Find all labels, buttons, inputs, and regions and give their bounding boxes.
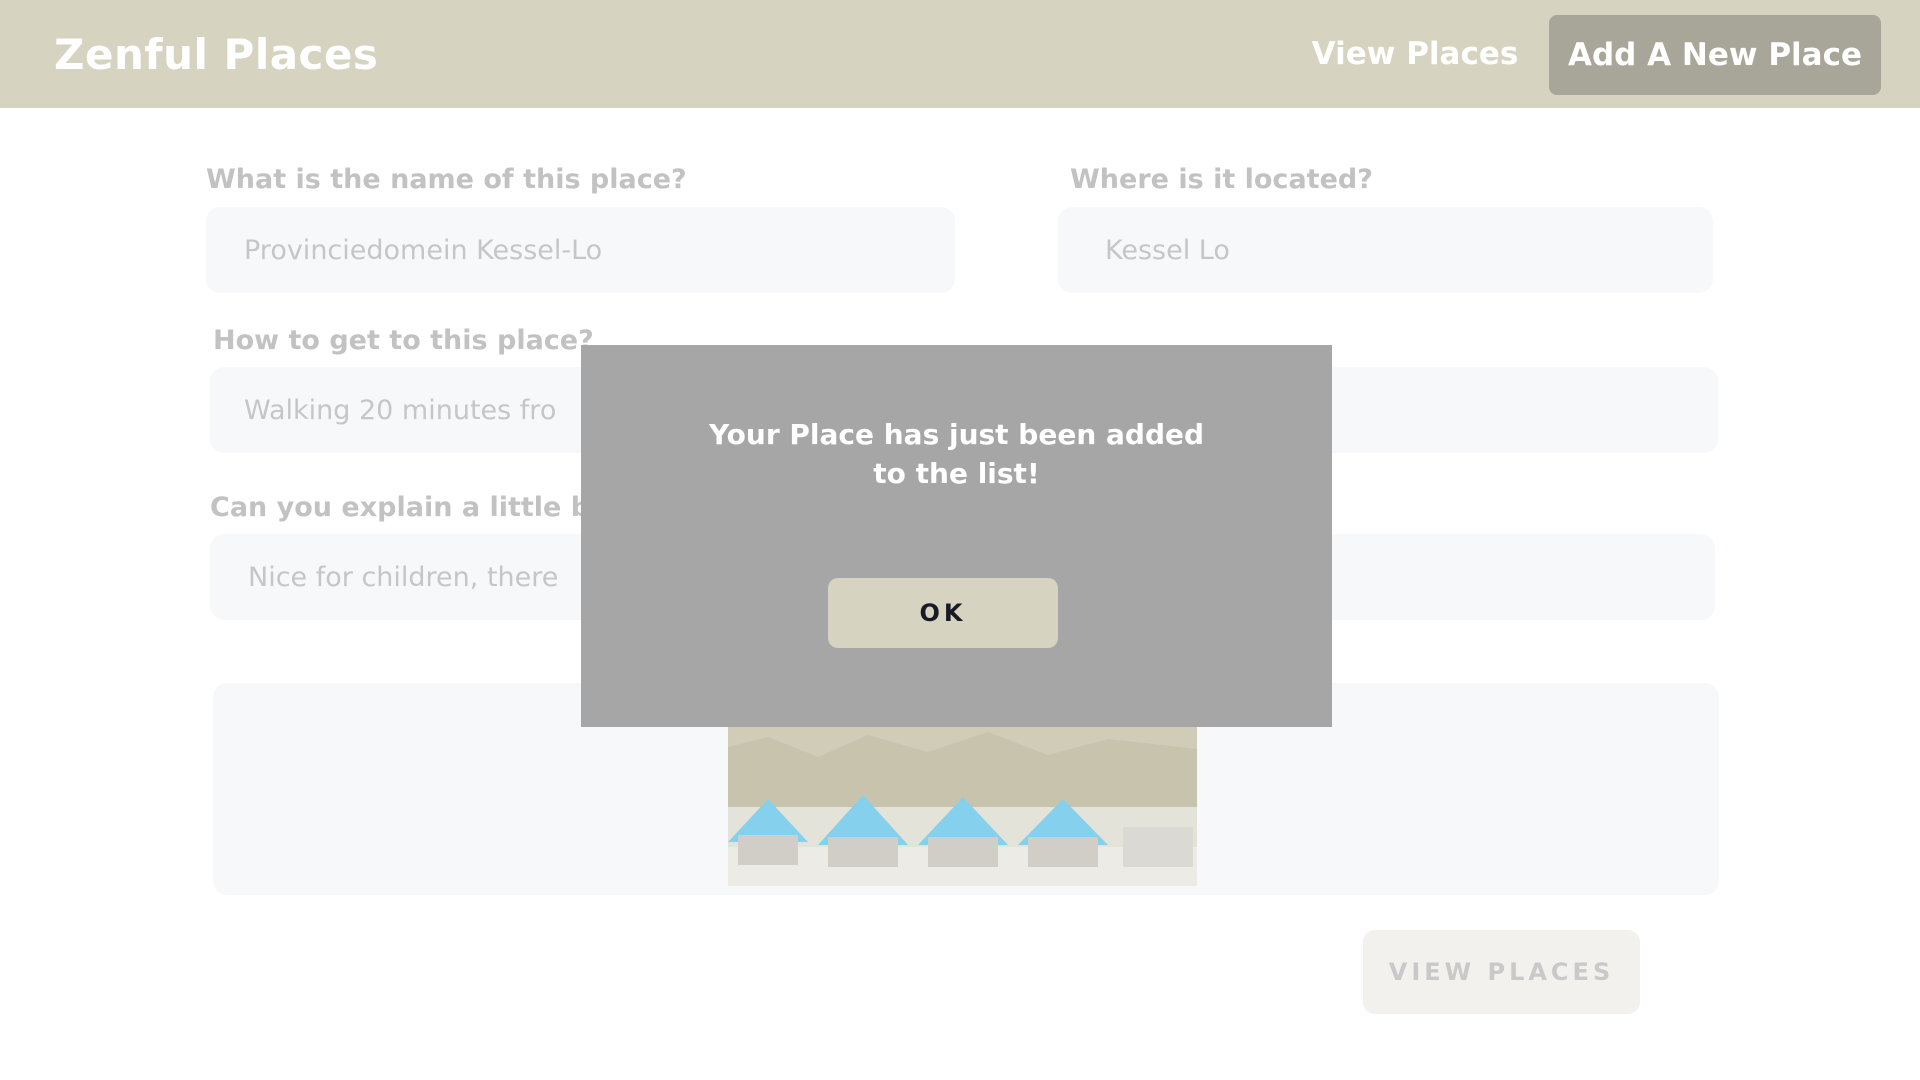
modal-message-line-2: to the list! <box>873 457 1040 490</box>
directions-label: How to get to this place? <box>213 325 594 356</box>
location-value: Kessel Lo <box>1105 234 1230 266</box>
app-logo[interactable]: Zenful Places <box>54 30 378 79</box>
place-name-value: Provinciedomein Kessel-Lo <box>244 234 603 266</box>
location-label: Where is it located? <box>1070 164 1373 195</box>
nav-add-new-place[interactable]: Add A New Place <box>1549 15 1881 95</box>
modal-message: Your Place has just been added to the li… <box>581 415 1332 493</box>
place-name-input[interactable]: Provinciedomein Kessel-Lo <box>206 207 955 293</box>
name-label: What is the name of this place? <box>206 164 687 195</box>
success-modal: Your Place has just been added to the li… <box>581 345 1332 727</box>
directions-value: Walking 20 minutes fro <box>244 394 557 426</box>
explain-label: Can you explain a little b <box>210 492 591 523</box>
location-input[interactable]: Kessel Lo <box>1058 207 1713 293</box>
description-value: Nice for children, there <box>248 561 559 593</box>
view-places-button[interactable]: VIEW PLACES <box>1363 930 1640 1014</box>
app-header: Zenful Places View Places Add A New Plac… <box>0 0 1920 108</box>
modal-message-line-1: Your Place has just been added <box>708 418 1205 451</box>
nav-view-places[interactable]: View Places <box>1300 36 1530 72</box>
place-preview-image <box>728 727 1197 886</box>
ok-button[interactable]: OK <box>828 578 1058 648</box>
